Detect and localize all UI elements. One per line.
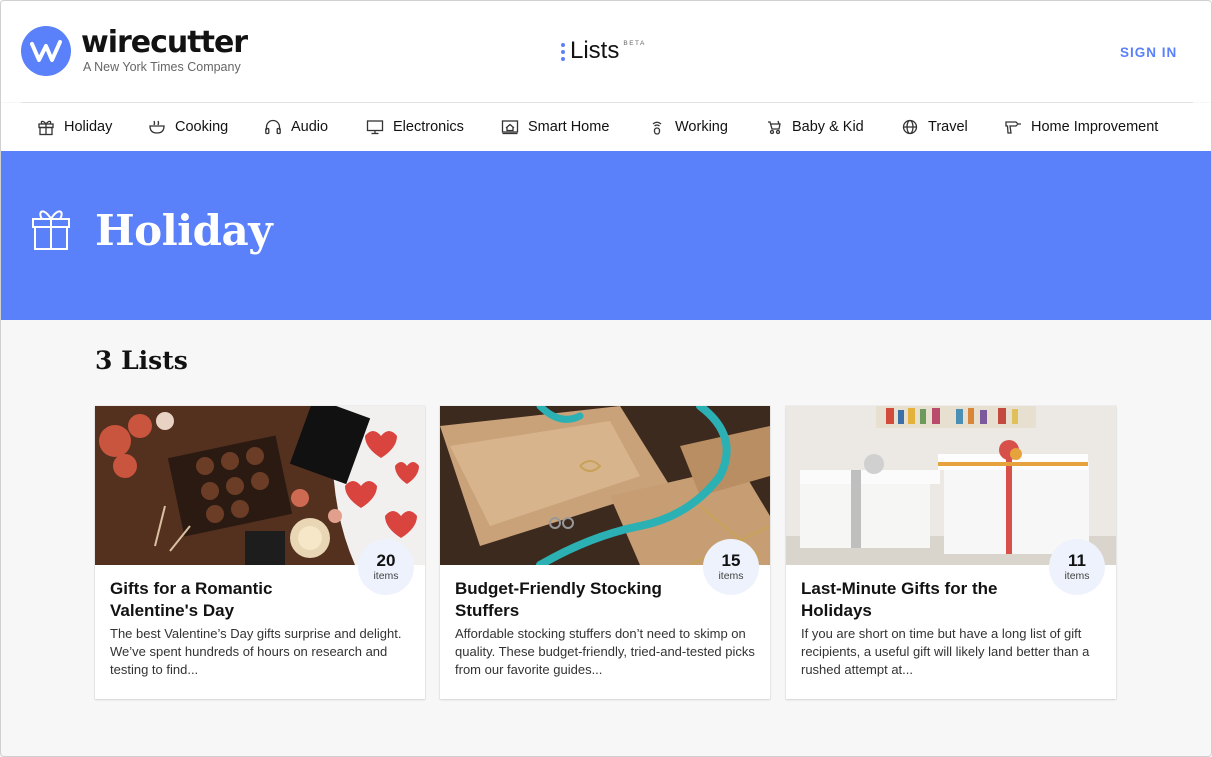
- category-hero: Holiday: [1, 151, 1211, 320]
- page-frame: wirecutter A New York Times Company List…: [0, 0, 1212, 757]
- card-description: The best Valentine’s Day gifts surprise …: [110, 626, 402, 677]
- item-count-badge: 11 items: [1049, 539, 1105, 595]
- item-count: 11: [1068, 551, 1086, 570]
- cooking-icon: [149, 120, 165, 134]
- nav-item-travel[interactable]: Travel: [901, 103, 968, 151]
- nav-label: Working: [675, 119, 728, 135]
- lists-count-heading: 3 Lists: [95, 346, 188, 375]
- nav-item-baby-kid[interactable]: Baby & Kid: [765, 103, 864, 151]
- lists-title: Lists: [570, 37, 620, 64]
- nav-item-cooking[interactable]: Cooking: [148, 103, 228, 151]
- nav-item-electronics[interactable]: Electronics: [366, 103, 464, 151]
- item-count: 15: [721, 551, 741, 570]
- card-description: If you are short on time but have a long…: [801, 626, 1090, 677]
- card-description: Affordable stocking stuffers don’t need …: [455, 626, 755, 677]
- beta-badge: BETA: [623, 40, 646, 47]
- nav-label: Smart Home: [528, 119, 610, 135]
- logo-wordmark: wirecutter: [81, 24, 248, 60]
- working-icon: [652, 121, 662, 135]
- item-count-badge: 15 items: [703, 539, 759, 595]
- list-card[interactable]: 20 items Gifts for a Romantic Valentine'…: [95, 406, 425, 699]
- hero-title: Holiday: [95, 206, 273, 255]
- lists-brand[interactable]: Lists BETA: [561, 39, 646, 63]
- drill-icon: [1005, 121, 1021, 134]
- item-count: 20: [376, 551, 396, 570]
- item-count-label: items: [373, 570, 399, 582]
- logo-tagline: A New York Times Company: [83, 59, 241, 74]
- nav-label: Cooking: [175, 119, 229, 135]
- nav-label: Travel: [928, 119, 968, 135]
- list-card[interactable]: 11 items Last-Minute Gifts for the Holid…: [786, 406, 1116, 699]
- nav-label: Home Improvement: [1031, 119, 1159, 135]
- nav-item-working[interactable]: Working: [648, 103, 728, 151]
- gift-icon: [38, 120, 54, 136]
- nav-label: Baby & Kid: [792, 119, 864, 135]
- nav-item-holiday[interactable]: Holiday: [37, 103, 112, 151]
- stroller-icon: [768, 120, 781, 135]
- list-card[interactable]: 15 items Budget-Friendly Stocking Stuffe…: [440, 406, 770, 699]
- gift-icon: [32, 210, 70, 250]
- nav-item-smart-home[interactable]: Smart Home: [501, 103, 609, 151]
- sign-in-link[interactable]: SIGN IN: [1120, 45, 1177, 60]
- nav-item-home-improvement[interactable]: Home Improvement: [1004, 103, 1158, 151]
- lists-dots-icon: [561, 43, 565, 61]
- card-title[interactable]: Gifts for a Romantic Valentine's Day: [110, 578, 350, 622]
- globe-icon: [902, 119, 918, 135]
- nav-label: Electronics: [393, 119, 464, 135]
- smart-home-icon: [501, 120, 519, 135]
- wirecutter-logo[interactable]: wirecutter A New York Times Company: [21, 24, 248, 76]
- card-title[interactable]: Budget-Friendly Stocking Stuffers: [455, 578, 695, 622]
- nav-label: Audio: [291, 119, 329, 135]
- card-title[interactable]: Last-Minute Gifts for the Holidays: [801, 578, 1041, 622]
- site-header: wirecutter A New York Times Company List…: [1, 1, 1211, 102]
- nav-item-audio[interactable]: Audio: [264, 103, 328, 151]
- wirecutter-w-icon: [21, 26, 71, 76]
- headphones-icon: [265, 119, 281, 135]
- category-nav: Holiday Cooking Audio Electronics Smart …: [1, 103, 1211, 151]
- monitor-icon: [366, 120, 384, 135]
- item-count-badge: 20 items: [358, 539, 414, 595]
- item-count-label: items: [718, 570, 744, 582]
- item-count-label: items: [1064, 570, 1090, 582]
- nav-label: Holiday: [64, 119, 113, 135]
